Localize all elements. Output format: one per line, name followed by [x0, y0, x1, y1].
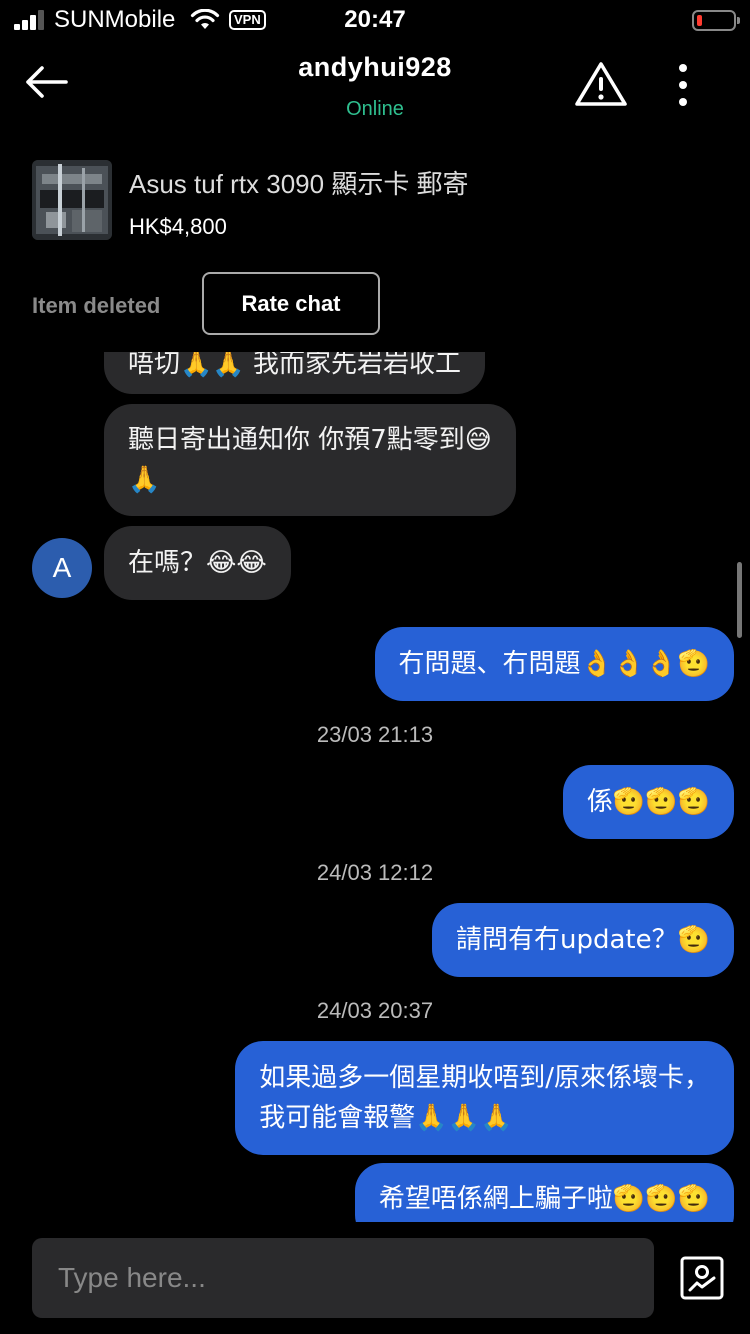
- listing-price: HK$4,800: [129, 214, 227, 239]
- message-timestamp: 24/03 12:12: [316, 860, 434, 885]
- incoming-message: 聽日寄出通知你 你預7點零到😅 🙏: [104, 404, 516, 516]
- incoming-message: 唔切🙏🙏 我而家先岩岩收工: [104, 352, 486, 394]
- message-text: 希望唔係網上騙子啦🫡🫡🫡: [378, 1184, 710, 1214]
- battery-icon: [692, 10, 740, 31]
- warning-icon[interactable]: [574, 60, 628, 108]
- outgoing-message: 希望唔係網上騙子啦🫡🫡🫡: [354, 1163, 734, 1222]
- message-text: 聽日寄出通知你 你預7點零到😅: [128, 425, 492, 455]
- status-bar: SUNMobile VPN 20:47: [0, 0, 750, 40]
- outgoing-message: 請問有冇update？🫡: [432, 903, 734, 977]
- chat-partner-username: andyhui928: [298, 52, 452, 82]
- outgoing-message: 如果過多一個星期收唔到/原來係壞卡， 我可能會報警🙏🙏🙏: [235, 1041, 734, 1155]
- message-timestamp: 24/03 20:37: [316, 998, 434, 1023]
- status-time: 20:47: [344, 6, 406, 33]
- message-text: 係🫡🫡🫡: [586, 787, 710, 817]
- message-text: 🙏: [128, 465, 161, 495]
- message-text: 如果過多一個星期收唔到/原來係壞卡，: [259, 1063, 710, 1093]
- message-input[interactable]: Type here...: [32, 1238, 654, 1318]
- online-status: Online: [346, 98, 404, 120]
- listing-thumbnail: [32, 160, 112, 240]
- avatar[interactable]: A: [32, 538, 92, 598]
- incoming-message: 在嗎？😂😂: [104, 526, 291, 600]
- scrollbar[interactable]: [737, 562, 742, 638]
- message-list[interactable]: 唔切🙏🙏 我而家先岩岩收工 聽日寄出通知你 你預7點零到😅 🙏 A 在嗎？😂😂 …: [0, 352, 750, 1222]
- outgoing-message: 冇問題、冇問題👌👌👌🫡: [374, 627, 734, 701]
- item-deleted-label: Item deleted: [32, 293, 161, 318]
- message-text: 請問有冇update？🫡: [456, 925, 710, 955]
- listing-card[interactable]: Asus tuf rtx 3090 顯示卡 郵寄 HK$4,800: [32, 160, 732, 244]
- listing-title: Asus tuf rtx 3090 顯示卡 郵寄: [129, 169, 469, 199]
- rate-chat-button[interactable]: Rate chat: [202, 272, 380, 335]
- outgoing-message: 係🫡🫡🫡: [562, 765, 734, 839]
- message-timestamp: 23/03 21:13: [316, 722, 434, 747]
- message-text: 冇問題、冇問題👌👌👌🫡: [398, 649, 711, 679]
- message-text: 唔切🙏🙏 我而家先岩岩收工: [128, 352, 462, 379]
- message-text: 在嗎？😂😂: [128, 548, 267, 578]
- chat-header: andyhui928 Online: [0, 44, 750, 134]
- image-attach-icon[interactable]: [680, 1256, 724, 1300]
- message-text: 我可能會報警🙏🙏🙏: [259, 1103, 513, 1133]
- more-options-icon[interactable]: [668, 62, 698, 108]
